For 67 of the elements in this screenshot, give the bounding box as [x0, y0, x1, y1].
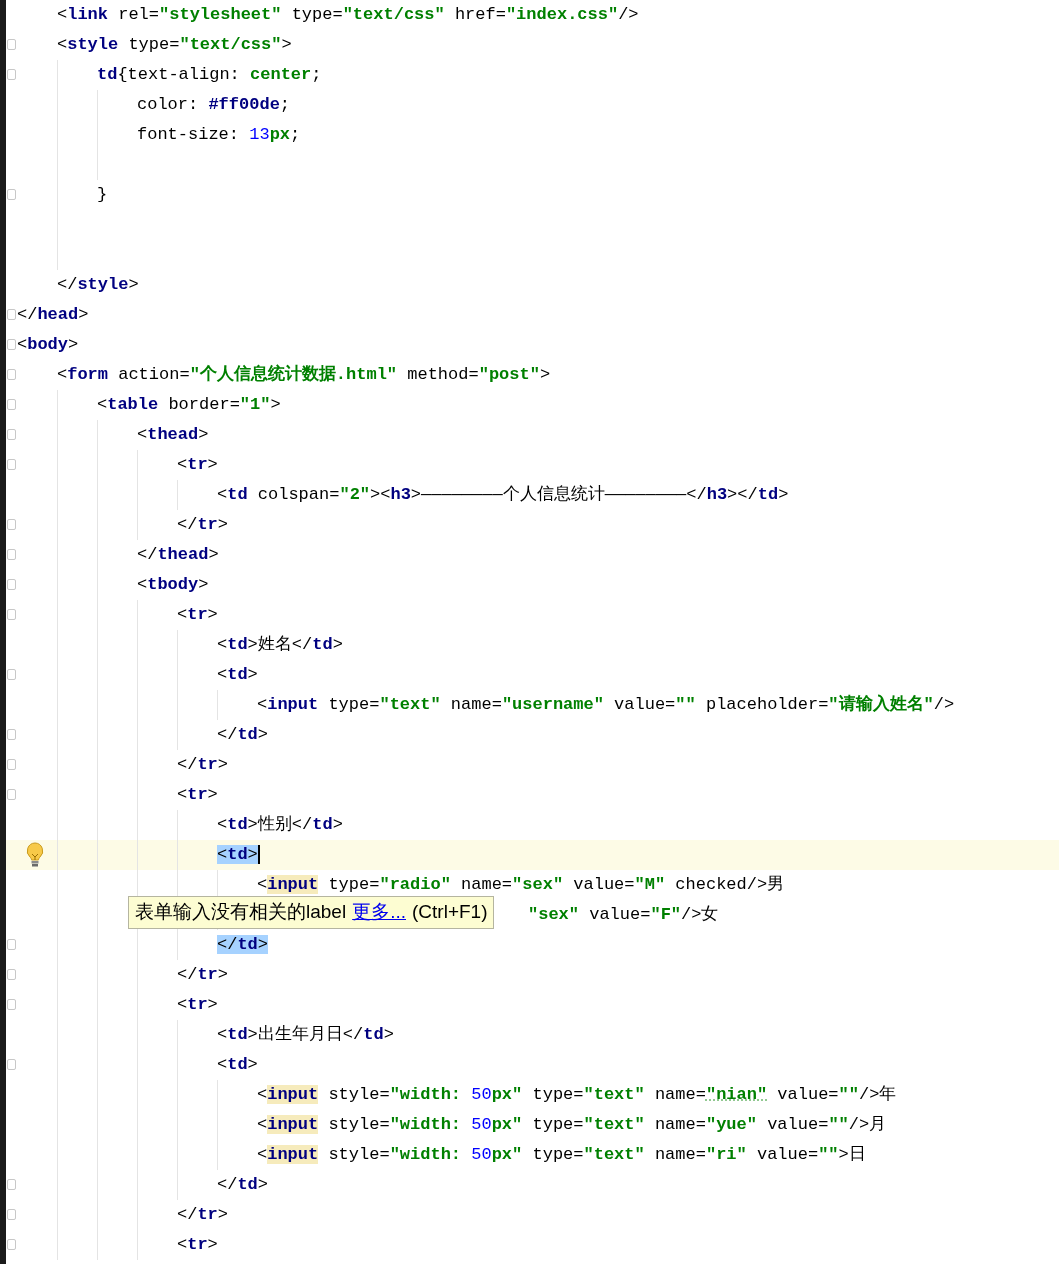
fold-marker-icon[interactable]	[7, 69, 16, 80]
code-line: </tr>	[177, 514, 228, 536]
fold-marker-icon[interactable]	[7, 429, 16, 440]
code-line: <td>性别</td>	[217, 814, 343, 836]
fold-marker-icon[interactable]	[7, 999, 16, 1010]
fold-marker-icon[interactable]	[7, 759, 16, 770]
fold-marker-icon[interactable]	[7, 609, 16, 620]
fold-marker-icon[interactable]	[7, 549, 16, 560]
code-line: <td>	[217, 664, 258, 686]
fold-marker-icon[interactable]	[7, 189, 16, 200]
fold-marker-icon[interactable]	[7, 309, 16, 320]
code-line: <tr>	[177, 1234, 218, 1256]
code-line: <td>	[217, 844, 260, 866]
more-link[interactable]: 更多...	[352, 898, 406, 927]
code-line: font-size: 13px;	[137, 124, 301, 146]
code-line: <tbody>	[137, 574, 209, 596]
code-line: <tr>	[177, 604, 218, 626]
code-line: <tr>	[177, 454, 218, 476]
code-line: <style type="text/css">	[57, 34, 292, 56]
code-line: }	[97, 184, 108, 206]
fold-marker-icon[interactable]	[7, 729, 16, 740]
fold-marker-icon[interactable]	[7, 1179, 16, 1190]
code-line: </td>	[217, 724, 268, 746]
code-line: <link rel="stylesheet" type="text/css" href="index.css"/>	[57, 4, 639, 26]
fold-marker-icon[interactable]	[7, 969, 16, 980]
code-line: <td>姓名</td>	[217, 634, 343, 656]
tooltip-message: 表单输入没有相关的label	[135, 900, 347, 925]
fold-marker-icon[interactable]	[7, 519, 16, 530]
code-line: <tr>	[177, 994, 218, 1016]
lightbulb-icon[interactable]	[25, 842, 45, 868]
fold-marker-icon[interactable]	[7, 669, 16, 680]
fold-marker-icon[interactable]	[7, 789, 16, 800]
fold-marker-icon[interactable]	[7, 39, 16, 50]
code-line: <tr>	[177, 784, 218, 806]
fold-marker-icon[interactable]	[7, 1239, 16, 1250]
fold-marker-icon[interactable]	[7, 1209, 16, 1220]
fold-marker-icon[interactable]	[7, 579, 16, 590]
fold-marker-icon[interactable]	[7, 459, 16, 470]
code-line: "sex" value="F"/>女	[528, 904, 719, 926]
fold-marker-icon[interactable]	[7, 369, 16, 380]
code-line: </head>	[17, 304, 89, 326]
code-line: <td colspan="2"><h3>————————个人信息统计————————</h3></td>	[217, 484, 789, 506]
code-line: <form action="个人信息统计数据.html" method="post">	[57, 363, 551, 386]
code-line: color: #ff00de;	[137, 94, 291, 116]
code-line: <input type="text" name="username" value="" placeholder="请输入姓名"/>	[257, 693, 955, 716]
code-line: td{text-align: center;	[97, 64, 322, 86]
code-line: <input style="width: 50px" type="text" name="yue" value=""/>月	[257, 1114, 887, 1136]
code-line: </td>	[217, 1174, 268, 1196]
code-line: </tr>	[177, 964, 228, 986]
code-line: <td>出生年月日</td>	[217, 1024, 394, 1046]
fold-marker-icon[interactable]	[7, 939, 16, 950]
fold-marker-icon[interactable]	[7, 339, 16, 350]
code-line: <input style="width: 50px" type="text" name="nian" value=""/>年	[257, 1084, 897, 1106]
code-line: </tr>	[177, 754, 228, 776]
fold-marker-icon[interactable]	[7, 399, 16, 410]
code-line: </tr>	[177, 1204, 228, 1226]
shortcut-hint: (Ctrl+F1)	[412, 900, 488, 925]
code-line: <body>	[17, 334, 79, 356]
code-line: <input type="radio" name="sex" value="M" checked/>男	[257, 874, 785, 896]
code-line: </style>	[57, 274, 139, 296]
code-line: <td>	[217, 1054, 258, 1076]
code-line: </td>	[217, 934, 268, 956]
fold-marker-icon[interactable]	[7, 1059, 16, 1070]
code-line: </thead>	[137, 544, 219, 566]
code-line: <thead>	[137, 424, 209, 446]
code-line: <input style="width: 50px" type="text" name="ri" value="">日	[257, 1144, 866, 1166]
code-line: <table border="1">	[97, 394, 281, 416]
